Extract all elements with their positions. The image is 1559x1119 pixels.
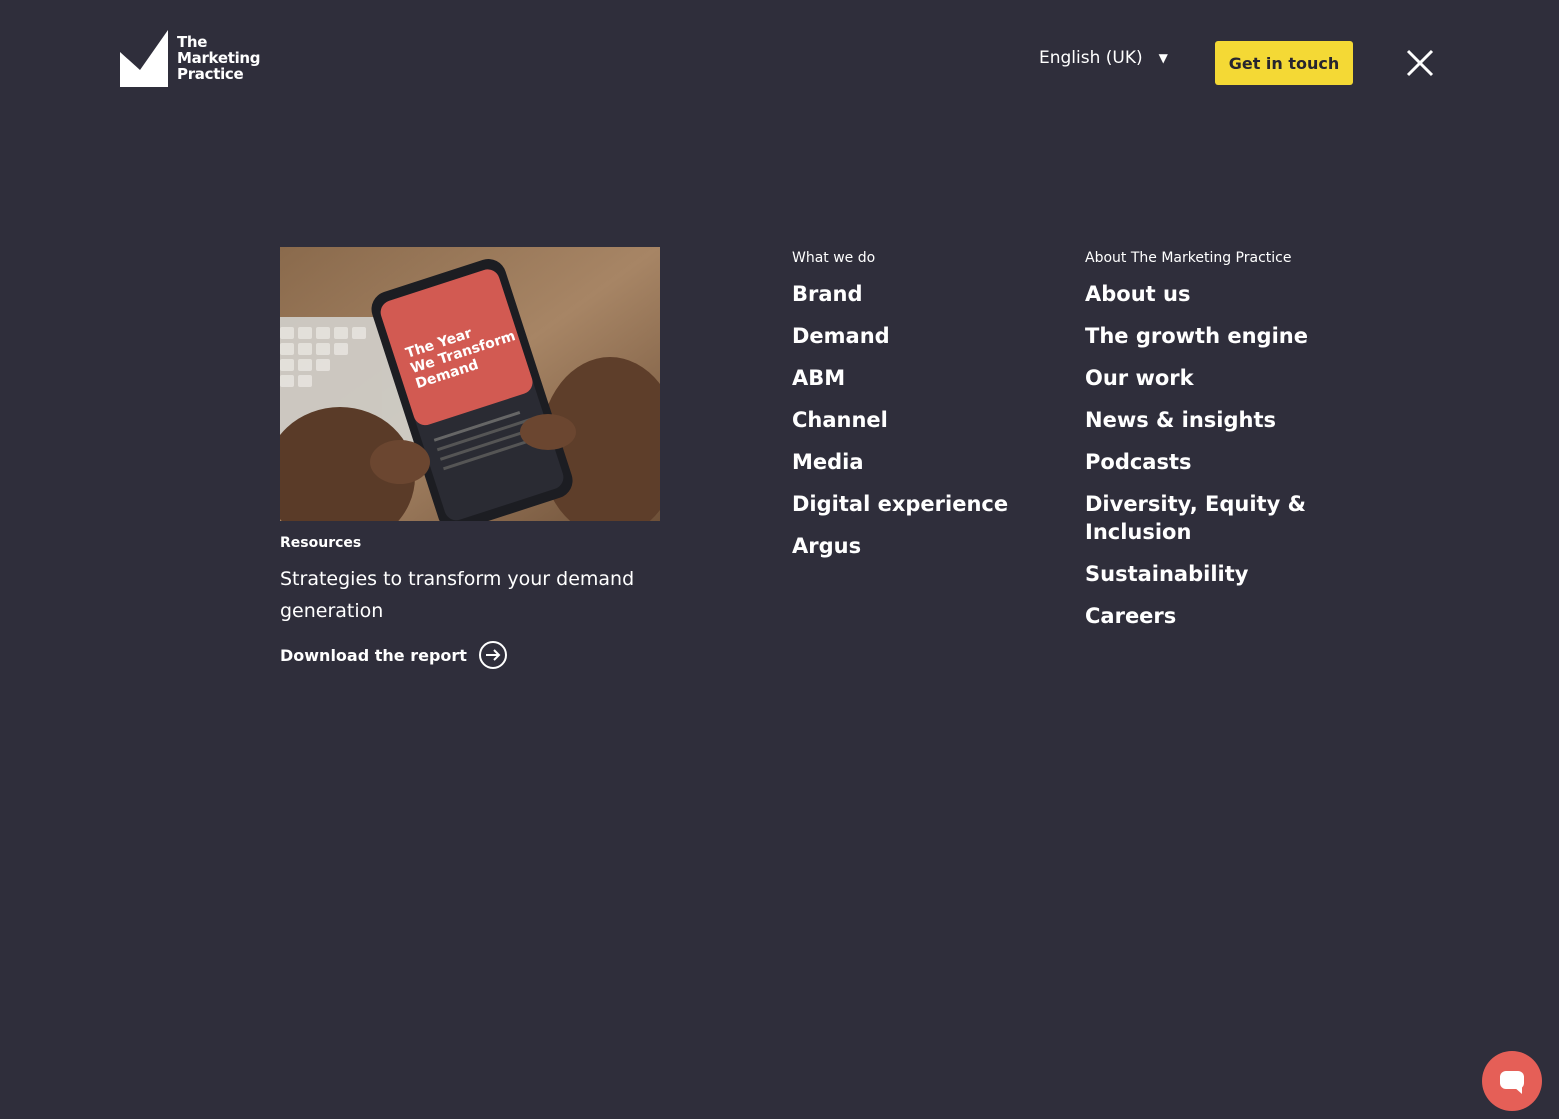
nav-item-news-insights[interactable]: News & insights	[1085, 406, 1345, 434]
logo-text: The Marketing Practice	[177, 33, 261, 83]
logo-line: Practice	[177, 65, 244, 83]
nav-item-media[interactable]: Media	[792, 448, 1052, 476]
nav-item-channel[interactable]: Channel	[792, 406, 1052, 434]
menu-overlay: The Marketing Practice English (UK) ▼ Ge…	[0, 0, 1559, 1119]
caret-down-icon: ▼	[1158, 51, 1168, 65]
feature-card: The Year We Transform Demand Resources S…	[280, 247, 680, 669]
feature-tag: Resources	[280, 535, 362, 551]
column-heading: What we do	[792, 250, 876, 266]
nav-item-diversity[interactable]: Diversity, Equity & Inclusion	[1085, 490, 1345, 546]
arrow-right-circle-icon	[478, 641, 507, 669]
download-report-link[interactable]: Download the report	[280, 641, 680, 669]
logo[interactable]: The Marketing Practice	[120, 30, 270, 88]
nav-item-growth-engine[interactable]: The growth engine	[1085, 322, 1345, 350]
nav-item-demand[interactable]: Demand	[792, 322, 1052, 350]
logo-line: Marketing	[177, 49, 261, 67]
nav-item-our-work[interactable]: Our work	[1085, 364, 1345, 392]
nav-item-careers[interactable]: Careers	[1085, 602, 1345, 630]
logo-mark-icon	[120, 30, 168, 87]
download-report-label: Download the report	[280, 645, 467, 665]
nav-column-what-we-do: What we do Brand Demand ABM Channel Medi…	[792, 250, 1052, 574]
nav-column-about: About The Marketing Practice About us Th…	[1085, 250, 1345, 644]
nav-item-abm[interactable]: ABM	[792, 364, 1052, 392]
language-selector[interactable]: English (UK) ▼	[1039, 48, 1168, 68]
nav-list: About us The growth engine Our work News…	[1085, 280, 1345, 630]
logo-line: The	[177, 33, 208, 51]
nav-item-sustainability[interactable]: Sustainability	[1085, 560, 1345, 588]
nav-item-about-us[interactable]: About us	[1085, 280, 1345, 308]
feature-title[interactable]: Strategies to transform your demand gene…	[280, 563, 660, 627]
nav-item-digital-experience[interactable]: Digital experience	[792, 490, 1052, 518]
nav-item-podcasts[interactable]: Podcasts	[1085, 448, 1345, 476]
nav-item-brand[interactable]: Brand	[792, 280, 1052, 308]
report-phone-image[interactable]: The Year We Transform Demand	[280, 247, 660, 521]
close-icon[interactable]	[1404, 47, 1436, 79]
nav-list: Brand Demand ABM Channel Media Digital e…	[792, 280, 1052, 560]
language-label: English (UK)	[1039, 48, 1143, 68]
chat-bubble-icon	[1500, 1071, 1524, 1094]
nav-item-argus[interactable]: Argus	[792, 532, 1052, 560]
chat-launcher-button[interactable]	[1482, 1051, 1542, 1111]
get-in-touch-button[interactable]: Get in touch	[1215, 41, 1353, 85]
column-heading: About The Marketing Practice	[1085, 250, 1292, 266]
